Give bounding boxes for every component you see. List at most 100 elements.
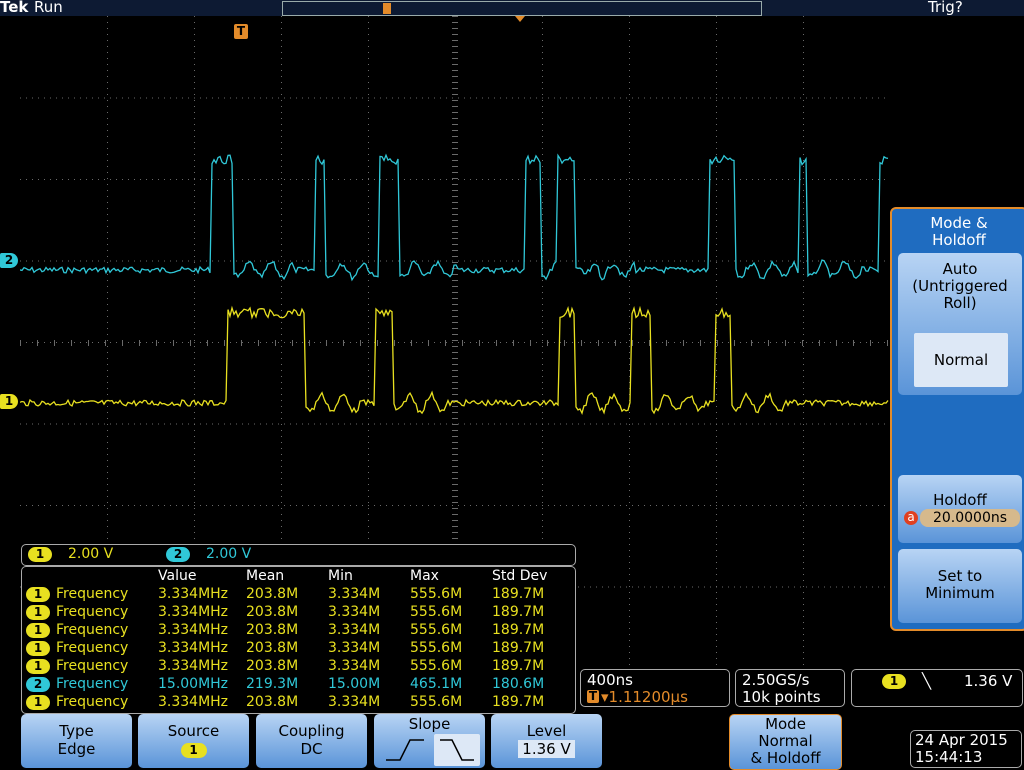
holdoff-knob-icon: a <box>904 511 918 525</box>
sample-rate-value: 2.50GS/s <box>742 671 810 689</box>
trigger-slope-button[interactable]: Slope <box>374 714 485 768</box>
measurement-name: Frequency <box>56 676 129 692</box>
sample-rate-readout[interactable]: 2.50GS/s 10k points <box>735 669 845 707</box>
measurement-mean: 203.8M <box>246 658 299 674</box>
channel-2-scale: 2.00 V <box>206 546 252 562</box>
measurement-value: 15.00MHz <box>158 676 229 692</box>
measurement-max: 555.6M <box>410 586 463 602</box>
measurement-mean: 203.8M <box>246 604 299 620</box>
header-max: Max <box>410 568 439 584</box>
measurement-std-dev: 189.7M <box>492 694 545 710</box>
normal-mode-option[interactable]: Normal <box>914 333 1008 387</box>
measurement-name: Frequency <box>56 640 129 656</box>
measurement-name: Frequency <box>56 586 129 602</box>
trigger-level-value: 1.36 V <box>964 672 1013 690</box>
channel-1-ground-marker[interactable]: 1 <box>0 394 18 409</box>
measurement-std-dev: 189.7M <box>492 622 545 638</box>
trigger-level-button[interactable]: Level 1.36 V <box>491 714 602 768</box>
rising-slope-icon[interactable] <box>380 734 430 766</box>
measurement-row[interactable]: 2 Frequency 15.00MHz 219.3M 15.00M 465.1M 180.… <box>26 675 572 693</box>
measurement-min: 15.00M <box>328 676 381 692</box>
side-menu-title: Mode & Holdoff <box>930 214 988 249</box>
trigger-source-button[interactable]: Source 1 <box>138 714 249 768</box>
holdoff-button[interactable]: Holdoff a 20.0000ns <box>898 475 1022 543</box>
channel-2-badge[interactable]: 2 <box>166 547 190 562</box>
record-view-bar[interactable] <box>282 1 762 16</box>
header-value: Value <box>158 568 197 584</box>
measurement-max: 555.6M <box>410 694 463 710</box>
timebase-readout[interactable]: 400ns T ▾1.11200µs <box>580 669 730 707</box>
time: 15:44:13 <box>915 748 983 766</box>
mode-holdoff-side-menu: Mode & Holdoff Auto (Untriggered Roll) N… <box>890 207 1024 631</box>
falling-slope-option-icon <box>440 739 474 761</box>
measurement-name: Frequency <box>56 622 129 638</box>
measurement-channel-badge: 1 <box>26 659 50 674</box>
auto-normal-mode-button[interactable]: Auto (Untriggered Roll) Normal <box>898 253 1022 395</box>
date: 24 Apr 2015 <box>915 731 1008 749</box>
measurement-table: Value Mean Min Max Std Dev 1 Frequency 3.3… <box>26 567 572 711</box>
measurement-std-dev: 189.7M <box>492 658 545 674</box>
measurement-row[interactable]: 1 Frequency 3.334MHz 203.8M 3.334M 555.6M 189.… <box>26 585 572 603</box>
measurement-max: 465.1M <box>410 676 463 692</box>
measurement-max: 555.6M <box>410 622 463 638</box>
timebase-value: 400ns <box>587 671 633 689</box>
measurement-row[interactable]: 1 Frequency 3.334MHz 203.8M 3.334M 555.6M 189.… <box>26 639 572 657</box>
channel-1-badge[interactable]: 1 <box>28 547 52 562</box>
measurement-row[interactable]: 1 Frequency 3.334MHz 203.8M 3.334M 555.6M 189.… <box>26 603 572 621</box>
measurement-min: 3.334M <box>328 586 381 602</box>
trigger-position-value: ▾1.11200µs <box>601 688 688 706</box>
header-mean: Mean <box>246 568 285 584</box>
source-channel-badge: 1 <box>180 743 207 758</box>
measurement-channel-badge: 1 <box>26 605 50 620</box>
measurement-row[interactable]: 1 Frequency 3.334MHz 203.8M 3.334M 555.6M 189.… <box>26 693 572 711</box>
measurement-channel-badge: 1 <box>26 587 50 602</box>
measurement-std-dev: 180.6M <box>492 676 545 692</box>
channel-2-waveform <box>20 153 889 282</box>
measurement-value: 3.334MHz <box>158 622 229 638</box>
channel-1-waveform <box>20 305 889 415</box>
measurement-min: 3.334M <box>328 694 381 710</box>
trigger-coupling-button[interactable]: Coupling DC <box>256 714 367 768</box>
auto-mode-option[interactable]: Auto (Untriggered Roll) <box>898 261 1022 312</box>
measurement-name: Frequency <box>56 604 129 620</box>
measurement-mean: 203.8M <box>246 694 299 710</box>
measurement-min: 3.334M <box>328 604 381 620</box>
record-trigger-marker <box>383 3 391 14</box>
measurement-header-row: Value Mean Min Max Std Dev <box>26 567 572 585</box>
mode-holdoff-button[interactable]: Mode Normal & Holdoff <box>729 714 842 770</box>
trigger-source-badge: 1 <box>882 674 906 689</box>
trigger-type-button[interactable]: Type Edge <box>21 714 132 768</box>
channel-scale-bar: 1 2.00 V 2 2.00 V <box>21 544 576 566</box>
trigger-time-marker[interactable]: T <box>234 24 248 39</box>
holdoff-value[interactable]: 20.0000ns <box>920 509 1020 527</box>
channel-1-scale: 2.00 V <box>68 546 114 562</box>
header-min: Min <box>328 568 353 584</box>
measurement-mean: 219.3M <box>246 676 299 692</box>
measurement-panel: Value Mean Min Max Std Dev 1 Frequency 3.3… <box>21 566 576 714</box>
channel-2-ground-marker[interactable]: 2 <box>0 253 18 268</box>
falling-slope-option[interactable] <box>434 734 480 766</box>
header-std-dev: Std Dev <box>492 568 548 584</box>
measurement-name: Frequency <box>56 694 129 710</box>
measurement-name: Frequency <box>56 658 129 674</box>
measurement-row[interactable]: 1 Frequency 3.334MHz 203.8M 3.334M 555.6M 189.… <box>26 621 572 639</box>
measurement-min: 3.334M <box>328 622 381 638</box>
measurement-max: 555.6M <box>410 640 463 656</box>
measurement-std-dev: 189.7M <box>492 604 545 620</box>
measurement-min: 3.334M <box>328 640 381 656</box>
measurement-channel-badge: 1 <box>26 623 50 638</box>
measurement-min: 3.334M <box>328 658 381 674</box>
trigger-status: Trig? <box>928 0 963 16</box>
acquisition-state: Run <box>34 0 63 16</box>
measurement-value: 3.334MHz <box>158 694 229 710</box>
measurement-value: 3.334MHz <box>158 586 229 602</box>
set-to-minimum-button[interactable]: Set to Minimum <box>898 549 1022 623</box>
measurement-mean: 203.8M <box>246 640 299 656</box>
measurement-channel-badge: 2 <box>26 677 50 692</box>
measurement-value: 3.334MHz <box>158 640 229 656</box>
trigger-position-icon: T <box>587 689 599 703</box>
measurement-row[interactable]: 1 Frequency 3.334MHz 203.8M 3.334M 555.6M 189.… <box>26 657 572 675</box>
trigger-readout[interactable]: 1 ╲ 1.36 V <box>851 669 1023 707</box>
measurement-std-dev: 189.7M <box>492 586 545 602</box>
measurement-std-dev: 189.7M <box>492 640 545 656</box>
